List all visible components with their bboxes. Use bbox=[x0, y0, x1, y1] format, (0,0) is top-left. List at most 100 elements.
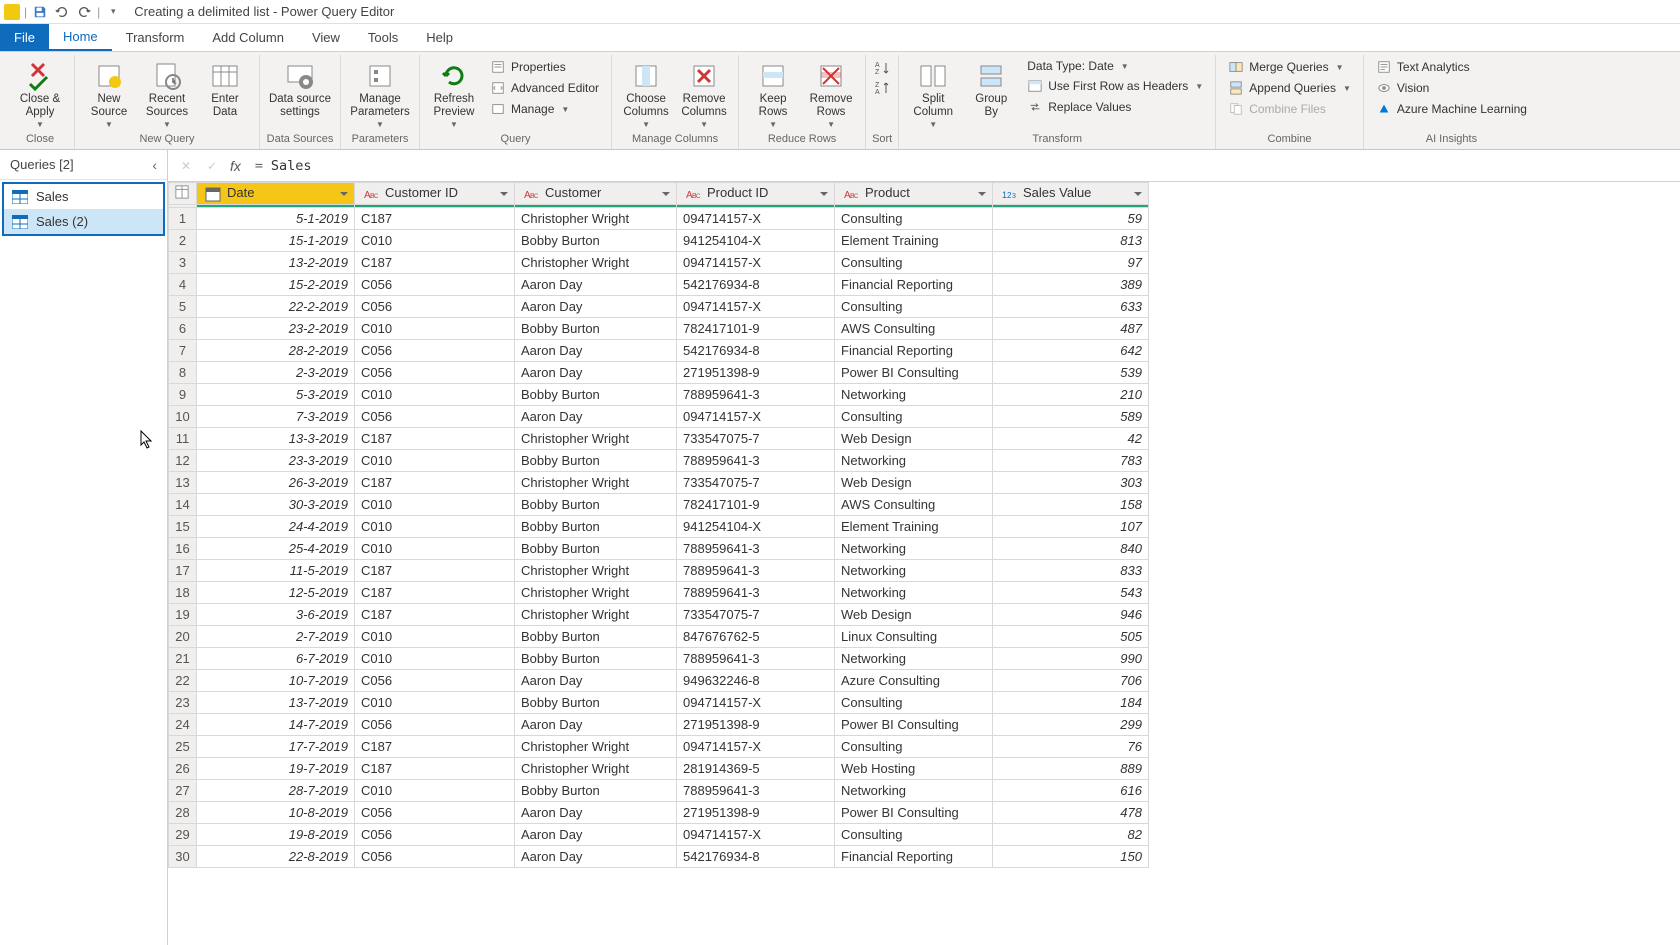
cell-date[interactable]: 13-2-2019 bbox=[197, 252, 355, 274]
undo-icon[interactable] bbox=[53, 3, 71, 21]
row-number[interactable]: 21 bbox=[169, 648, 197, 670]
tab-tools[interactable]: Tools bbox=[354, 24, 412, 51]
table-row[interactable]: 2619-7-2019C187Christopher Wright2819143… bbox=[169, 758, 1149, 780]
cell-product[interactable]: Networking bbox=[835, 450, 993, 472]
cell-customer-id[interactable]: C056 bbox=[355, 670, 515, 692]
cell-product-id[interactable]: 094714157-X bbox=[677, 736, 835, 758]
manage-button[interactable]: Manage▼ bbox=[484, 99, 605, 119]
cell-sales-value[interactable]: 589 bbox=[993, 406, 1149, 428]
table-row[interactable]: 1223-3-2019C010Bobby Burton788959641-3Ne… bbox=[169, 450, 1149, 472]
cell-customer-id[interactable]: C010 bbox=[355, 626, 515, 648]
table-row[interactable]: 623-2-2019C010Bobby Burton782417101-9AWS… bbox=[169, 318, 1149, 340]
refresh-preview-button[interactable]: Refresh Preview ▼ bbox=[426, 55, 482, 129]
filter-icon[interactable] bbox=[498, 188, 510, 200]
azure-ml-button[interactable]: Azure Machine Learning bbox=[1370, 99, 1533, 119]
cell-customer[interactable]: Christopher Wright bbox=[515, 758, 677, 780]
cell-product-id[interactable]: 941254104-X bbox=[677, 230, 835, 252]
row-number[interactable]: 27 bbox=[169, 780, 197, 802]
cell-sales-value[interactable]: 642 bbox=[993, 340, 1149, 362]
cell-customer-id[interactable]: C056 bbox=[355, 802, 515, 824]
table-row[interactable]: 728-2-2019C056Aaron Day542176934-8Financ… bbox=[169, 340, 1149, 362]
cell-customer[interactable]: Aaron Day bbox=[515, 296, 677, 318]
replace-values-button[interactable]: Replace Values bbox=[1021, 97, 1209, 117]
cell-date[interactable]: 15-1-2019 bbox=[197, 230, 355, 252]
cell-product-id[interactable]: 941254104-X bbox=[677, 516, 835, 538]
cell-product-id[interactable]: 788959641-3 bbox=[677, 560, 835, 582]
cell-customer-id[interactable]: C010 bbox=[355, 450, 515, 472]
formula-cancel-icon[interactable]: ✕ bbox=[178, 158, 194, 174]
query-item-sales-2[interactable]: Sales (2) bbox=[4, 209, 163, 234]
cell-customer-id[interactable]: C056 bbox=[355, 296, 515, 318]
cell-customer-id[interactable]: C010 bbox=[355, 780, 515, 802]
cell-product-id[interactable]: 788959641-3 bbox=[677, 450, 835, 472]
cell-sales-value[interactable]: 833 bbox=[993, 560, 1149, 582]
cell-date[interactable]: 3-6-2019 bbox=[197, 604, 355, 626]
cell-sales-value[interactable]: 706 bbox=[993, 670, 1149, 692]
choose-columns-button[interactable]: Choose Columns ▼ bbox=[618, 55, 674, 129]
cell-date[interactable]: 22-2-2019 bbox=[197, 296, 355, 318]
cell-date[interactable]: 25-4-2019 bbox=[197, 538, 355, 560]
cell-product[interactable]: Consulting bbox=[835, 208, 993, 230]
cell-product-id[interactable]: 788959641-3 bbox=[677, 384, 835, 406]
cell-sales-value[interactable]: 184 bbox=[993, 692, 1149, 714]
cell-customer-id[interactable]: C010 bbox=[355, 384, 515, 406]
sort-asc-button[interactable]: AZ bbox=[872, 59, 892, 77]
cell-product[interactable]: Consulting bbox=[835, 296, 993, 318]
cell-product[interactable]: Power BI Consulting bbox=[835, 802, 993, 824]
cell-product-id[interactable]: 094714157-X bbox=[677, 406, 835, 428]
cell-customer-id[interactable]: C187 bbox=[355, 560, 515, 582]
cell-date[interactable]: 5-1-2019 bbox=[197, 208, 355, 230]
cell-sales-value[interactable]: 505 bbox=[993, 626, 1149, 648]
row-header-corner[interactable] bbox=[169, 183, 197, 205]
cell-date[interactable]: 2-3-2019 bbox=[197, 362, 355, 384]
row-number[interactable]: 1 bbox=[169, 208, 197, 230]
cell-customer[interactable]: Bobby Burton bbox=[515, 318, 677, 340]
row-number[interactable]: 3 bbox=[169, 252, 197, 274]
cell-date[interactable]: 10-8-2019 bbox=[197, 802, 355, 824]
cell-customer[interactable]: Aaron Day bbox=[515, 362, 677, 384]
row-number[interactable]: 4 bbox=[169, 274, 197, 296]
cell-sales-value[interactable]: 150 bbox=[993, 846, 1149, 868]
row-number[interactable]: 10 bbox=[169, 406, 197, 428]
cell-product-id[interactable]: 847676762-5 bbox=[677, 626, 835, 648]
filter-icon[interactable] bbox=[660, 188, 672, 200]
cell-customer[interactable]: Bobby Burton bbox=[515, 494, 677, 516]
cell-customer[interactable]: Christopher Wright bbox=[515, 582, 677, 604]
cell-customer-id[interactable]: C010 bbox=[355, 318, 515, 340]
cell-customer-id[interactable]: C010 bbox=[355, 230, 515, 252]
row-number[interactable]: 6 bbox=[169, 318, 197, 340]
cell-sales-value[interactable]: 97 bbox=[993, 252, 1149, 274]
cell-date[interactable]: 5-3-2019 bbox=[197, 384, 355, 406]
cell-date[interactable]: 7-3-2019 bbox=[197, 406, 355, 428]
cell-product[interactable]: Financial Reporting bbox=[835, 340, 993, 362]
cell-customer[interactable]: Christopher Wright bbox=[515, 428, 677, 450]
tab-home[interactable]: Home bbox=[49, 24, 112, 51]
cell-sales-value[interactable]: 487 bbox=[993, 318, 1149, 340]
cell-customer[interactable]: Aaron Day bbox=[515, 274, 677, 296]
cell-sales-value[interactable]: 76 bbox=[993, 736, 1149, 758]
row-number[interactable]: 12 bbox=[169, 450, 197, 472]
row-number[interactable]: 2 bbox=[169, 230, 197, 252]
cell-customer[interactable]: Bobby Burton bbox=[515, 648, 677, 670]
cell-product[interactable]: Networking bbox=[835, 780, 993, 802]
cell-customer-id[interactable]: C010 bbox=[355, 494, 515, 516]
cell-product[interactable]: Web Design bbox=[835, 428, 993, 450]
table-row[interactable]: 202-7-2019C010Bobby Burton847676762-5Lin… bbox=[169, 626, 1149, 648]
cell-product-id[interactable]: 542176934-8 bbox=[677, 846, 835, 868]
cell-product-id[interactable]: 788959641-3 bbox=[677, 582, 835, 604]
save-icon[interactable] bbox=[31, 3, 49, 21]
cell-product-id[interactable]: 094714157-X bbox=[677, 208, 835, 230]
cell-customer-id[interactable]: C010 bbox=[355, 516, 515, 538]
cell-product[interactable]: Consulting bbox=[835, 824, 993, 846]
cell-product-id[interactable]: 542176934-8 bbox=[677, 340, 835, 362]
table-row[interactable]: 1430-3-2019C010Bobby Burton782417101-9AW… bbox=[169, 494, 1149, 516]
column-header-customer-id[interactable]: ABCCustomer ID bbox=[355, 183, 515, 205]
keep-rows-button[interactable]: Keep Rows ▼ bbox=[745, 55, 801, 129]
cell-date[interactable]: 11-5-2019 bbox=[197, 560, 355, 582]
row-number[interactable]: 28 bbox=[169, 802, 197, 824]
cell-product[interactable]: Web Design bbox=[835, 472, 993, 494]
cell-sales-value[interactable]: 813 bbox=[993, 230, 1149, 252]
cell-date[interactable]: 24-4-2019 bbox=[197, 516, 355, 538]
table-row[interactable]: 82-3-2019C056Aaron Day271951398-9Power B… bbox=[169, 362, 1149, 384]
table-row[interactable]: 1524-4-2019C010Bobby Burton941254104-XEl… bbox=[169, 516, 1149, 538]
